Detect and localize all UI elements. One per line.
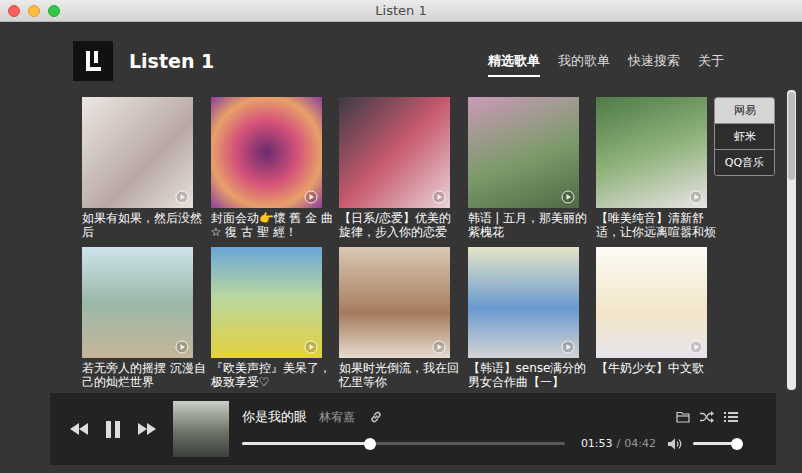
playlist-icon[interactable] [724,411,738,423]
volume-slider[interactable] [693,442,738,445]
pause-icon[interactable] [106,421,120,438]
source-tab[interactable]: QQ音乐 [715,149,774,175]
play-circle-icon[interactable] [304,340,318,354]
shuffle-icon[interactable] [700,411,714,423]
header: Listen 1 精选歌单我的歌单快速搜索关于 [0,22,802,81]
source-tab[interactable]: 虾米 [715,123,774,149]
folder-icon[interactable] [676,411,690,423]
playlist-title[interactable]: 如果时光倒流，我在回忆里等你 [339,361,463,389]
playlist-card[interactable]: 『欧美声控』美呆了，极致享受♡ [211,247,322,389]
playlist-card[interactable]: 【牛奶少女】中文歌 [596,247,707,389]
volume-knob[interactable] [731,438,743,450]
time-display: 01:53 /04:42 [581,437,656,450]
play-circle-icon[interactable] [561,340,575,354]
playlist-card[interactable]: 如果时光倒流，我在回忆里等你 [339,247,450,389]
playlist-cover[interactable] [596,97,707,208]
playlist-cover[interactable] [468,247,579,358]
playlist-card[interactable]: 【唯美纯音】清新舒适，让你远离喧嚣和烦 [596,97,707,239]
total-time: 04:42 [624,437,656,450]
playlist-card[interactable]: 韩语 | 五月，那美丽的紫槐花 [468,97,579,239]
playlist-grid: 如果有如果，然后没然后封面会动👉懷 舊 金 曲☆ 復 古 聖 經！【日系/恋爱】… [82,97,707,389]
playlist-card[interactable]: 封面会动👉懷 舊 金 曲☆ 復 古 聖 經！ [211,97,322,239]
minimize-icon[interactable] [28,5,40,17]
player-bar: 你是我的眼林宥嘉 01:53 /04:42 [50,393,776,465]
play-circle-icon[interactable] [175,340,189,354]
link-icon[interactable] [369,410,383,424]
playlist-card[interactable]: 【韩语】sense满分的男女合作曲【一】 [468,247,579,389]
playlist-title[interactable]: 【牛奶少女】中文歌 [596,361,720,389]
playlist-title[interactable]: 【日系/恋爱】优美的旋律，步入你的恋爱 [339,211,463,239]
app-window: Listen 1 Listen 1 精选歌单我的歌单快速搜索关于如果有如果，然后没然… [0,0,802,473]
playlist-cover[interactable] [339,97,450,208]
zoom-icon[interactable] [48,5,60,17]
scrollbar-thumb[interactable] [788,92,795,180]
progress-fill [242,442,370,445]
track-info: 你是我的眼林宥嘉 01:53 /04:42 [242,408,738,450]
current-time: 01:53 [581,437,613,450]
playlist-title[interactable]: 『欧美声控』美呆了，极致享受♡ [211,361,335,389]
logo-icon [73,41,113,81]
time-separator: / [617,437,621,450]
close-icon[interactable] [8,5,20,17]
play-circle-icon[interactable] [304,190,318,204]
song-title[interactable]: 你是我的眼 [242,408,307,426]
progress-knob[interactable] [364,438,376,450]
nav-tab[interactable]: 快速搜索 [628,46,680,77]
progress-bar[interactable] [242,442,565,445]
nav-tab[interactable]: 我的歌单 [558,46,610,77]
next-icon[interactable] [138,423,156,435]
nav-tabs: 精选歌单我的歌单快速搜索关于 [488,46,724,77]
playlist-cover[interactable] [211,247,322,358]
now-playing-cover[interactable] [173,401,229,457]
playlist-title[interactable]: 如果有如果，然后没然后 [82,211,206,239]
playlist-cover[interactable] [596,247,707,358]
playlist-title[interactable]: 【韩语】sense满分的男女合作曲【一】 [468,361,592,389]
volume-icon[interactable] [668,438,683,450]
song-artist[interactable]: 林宥嘉 [319,409,355,426]
playlist-title[interactable]: 韩语 | 五月，那美丽的紫槐花 [468,211,592,239]
play-circle-icon[interactable] [561,190,575,204]
play-circle-icon[interactable] [689,190,703,204]
playlist-title[interactable]: 【唯美纯音】清新舒适，让你远离喧嚣和烦 [596,211,720,239]
content: 如果有如果，然后没然后封面会动👉懷 舊 金 曲☆ 復 古 聖 經！【日系/恋爱】… [0,81,802,393]
playlist-title[interactable]: 若无旁人的摇摆 沉漫自己的灿烂世界 [82,361,206,389]
window-title: Listen 1 [375,3,426,18]
brand-name: Listen 1 [129,50,214,72]
playlist-cover[interactable] [211,97,322,208]
playlist-cover[interactable] [82,97,193,208]
previous-icon[interactable] [70,423,88,435]
play-circle-icon[interactable] [432,340,446,354]
nav-tab[interactable]: 精选歌单 [488,46,540,77]
playlist-card[interactable]: 如果有如果，然后没然后 [82,97,193,239]
scrollbar[interactable] [787,90,796,390]
playlist-card[interactable]: 【日系/恋爱】优美的旋律，步入你的恋爱 [339,97,450,239]
playlist-cover[interactable] [339,247,450,358]
play-circle-icon[interactable] [175,190,189,204]
playlist-title[interactable]: 封面会动👉懷 舊 金 曲☆ 復 古 聖 經！ [211,211,335,239]
source-tabs: 网易虾米QQ音乐 [714,97,775,176]
window-controls [0,5,375,17]
title-bar: Listen 1 [0,0,802,22]
playlist-cover[interactable] [82,247,193,358]
play-circle-icon[interactable] [689,340,703,354]
play-circle-icon[interactable] [432,190,446,204]
playback-controls [70,421,156,438]
nav-tab[interactable]: 关于 [698,46,724,77]
main-area: Listen 1 精选歌单我的歌单快速搜索关于如果有如果，然后没然后封面会动👉懷 … [0,22,802,473]
source-tab[interactable]: 网易 [715,98,774,123]
playlist-card[interactable]: 若无旁人的摇摆 沉漫自己的灿烂世界 [82,247,193,389]
player-tools [676,411,738,423]
playlist-cover[interactable] [468,97,579,208]
